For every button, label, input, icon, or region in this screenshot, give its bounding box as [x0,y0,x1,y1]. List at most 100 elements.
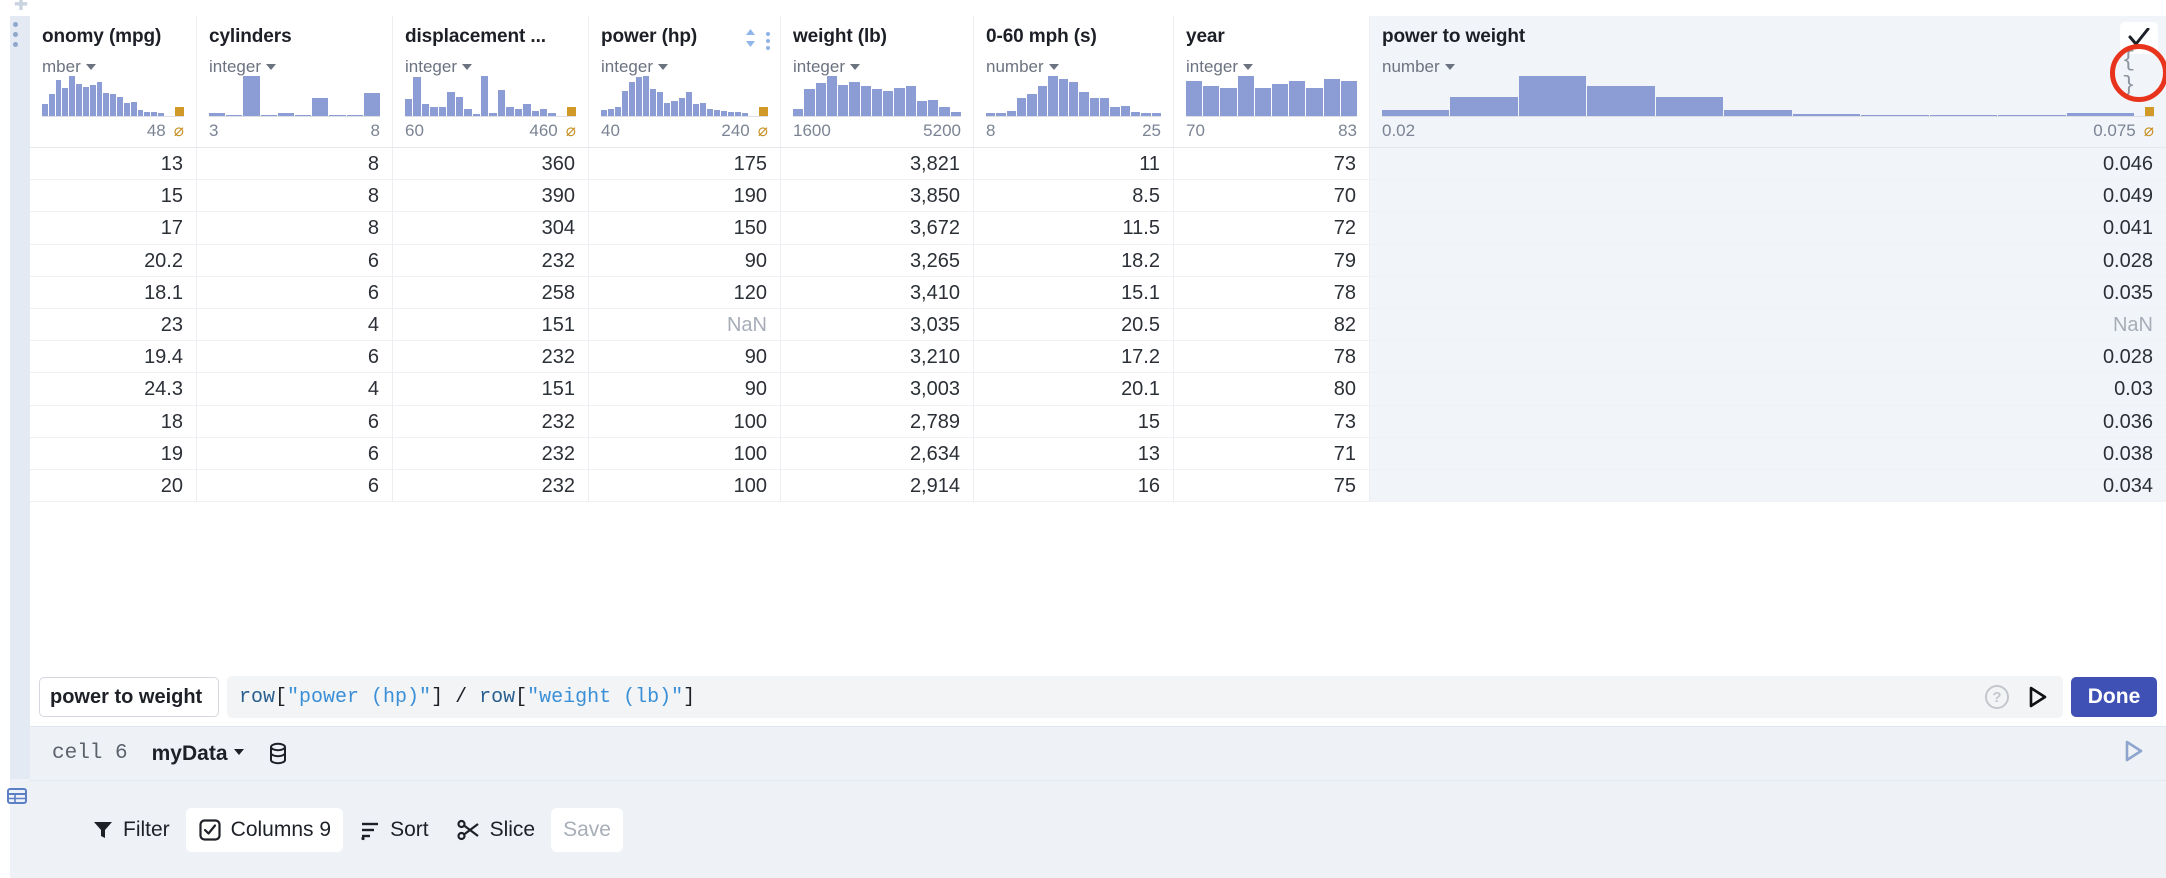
table-cell[interactable]: 73 [1174,148,1370,181]
table-cell[interactable]: 90 [589,244,781,277]
table-cell[interactable]: 8 [197,180,393,213]
toolbar-button-filter[interactable]: Filter [80,808,182,852]
table-cell[interactable]: 17 [30,212,197,245]
table-cell[interactable]: 78 [1174,341,1370,374]
drag-dots-handle[interactable] [13,22,18,47]
table-cell[interactable]: 390 [393,180,589,213]
column-header-economy-mpg-[interactable]: onomy (mpg) mber 48 ⌀ [30,16,197,148]
table-cell[interactable]: 232 [393,341,589,374]
column-type-selector[interactable]: integer [209,57,380,77]
table-cell[interactable]: 0.034 [1370,469,2166,503]
table-cell[interactable]: 23 [30,308,197,342]
table-cell[interactable]: 304 [393,212,589,245]
run-cell-icon[interactable] [2124,739,2144,768]
add-cell-icon[interactable]: ✚ [10,0,32,13]
column-header-0-60-mph-s-[interactable]: 0-60 mph (s) number 8 25 [974,16,1174,148]
table-cell[interactable]: 18.2 [974,244,1174,277]
table-row[interactable]: 24.3 4 151 90 3,003 20.1 80 0.03 [30,373,2166,406]
toolbar-button-slice[interactable]: Slice [445,808,548,852]
column-type-selector[interactable]: number [986,57,1161,77]
table-cell[interactable]: 2,634 [781,437,974,470]
table-cell[interactable]: 232 [393,405,589,438]
table-row[interactable]: 13 8 360 175 3,821 11 73 0.046 [30,148,2166,181]
table-cell[interactable]: 82 [1174,308,1370,342]
table-cell[interactable]: 0.038 [1370,437,2166,470]
table-cell[interactable]: 6 [197,405,393,438]
column-header-weight-lb-[interactable]: weight (lb) integer 1600 5200 [781,16,974,148]
table-cell[interactable]: 2,789 [781,405,974,438]
table-cell[interactable]: 75 [1174,469,1370,503]
table-cell[interactable]: 13 [974,437,1174,470]
column-header-cylinders[interactable]: cylinders integer 3 8 [197,16,393,148]
table-row[interactable]: 19 6 232 100 2,634 13 71 0.038 [30,437,2166,470]
table-cell[interactable]: 20.1 [974,373,1174,406]
table-cell[interactable]: 72 [1174,212,1370,245]
table-cell[interactable]: 3,410 [781,276,974,309]
table-cell[interactable]: 13 [30,148,197,181]
table-cell[interactable]: 151 [393,308,589,342]
column-type-selector[interactable]: integer [793,57,961,77]
table-cell[interactable]: 80 [1174,373,1370,406]
table-cell[interactable]: 190 [589,180,781,213]
table-cell[interactable]: 16 [974,469,1174,503]
table-cell[interactable]: 24.3 [30,373,197,406]
table-cell[interactable]: 232 [393,437,589,470]
column-type-selector[interactable]: integer [1186,57,1357,77]
table-cell[interactable]: 79 [1174,244,1370,277]
question-circle-icon[interactable]: ? [1985,685,2009,709]
table-cell[interactable]: 71 [1174,437,1370,470]
table-row[interactable]: 20 6 232 100 2,914 16 75 0.034 [30,469,2166,503]
table-cell[interactable]: 19.4 [30,341,197,374]
table-cell[interactable]: 0.028 [1370,341,2166,374]
table-cell[interactable]: 100 [589,469,781,503]
table-cell[interactable]: 0.049 [1370,180,2166,213]
table-cell[interactable]: 90 [589,373,781,406]
table-cell[interactable]: 232 [393,244,589,277]
table-cell[interactable]: 11.5 [974,212,1174,245]
column-type-selector[interactable]: integer [405,57,576,77]
table-cell[interactable]: 3,210 [781,341,974,374]
table-row[interactable]: 18 6 232 100 2,789 15 73 0.036 [30,405,2166,438]
column-menu-icon[interactable] [766,31,770,50]
table-cell[interactable]: 18.1 [30,276,197,309]
table-row[interactable]: 15 8 390 190 3,850 8.5 70 0.049 [30,180,2166,213]
column-header-power-hp-[interactable]: power (hp) integer 40 240 ⌀ [589,16,781,148]
column-type-selector[interactable]: number [1382,57,2154,77]
table-cell[interactable]: 15.1 [974,276,1174,309]
column-header-displacement-cc-[interactable]: displacement ... integer 60 460 ⌀ [393,16,589,148]
column-header-year[interactable]: year integer 70 83 [1174,16,1370,148]
table-cell[interactable]: 3,003 [781,373,974,406]
dataset-selector[interactable]: myData [152,742,244,766]
table-cell[interactable]: 8 [197,212,393,245]
table-row[interactable]: 23 4 151 NaN 3,035 20.5 82 NaN [30,308,2166,342]
table-cell[interactable]: 6 [197,276,393,309]
table-cell[interactable]: 6 [197,244,393,277]
table-cell[interactable]: 100 [589,405,781,438]
table-cell[interactable]: 4 [197,373,393,406]
table-cell[interactable]: 6 [197,437,393,470]
table-cell[interactable]: NaN [589,308,781,342]
table-cell[interactable]: 0.03 [1370,373,2166,406]
table-row[interactable]: 19.4 6 232 90 3,210 17.2 78 0.028 [30,341,2166,374]
table-cell[interactable]: 20.2 [30,244,197,277]
table-cell[interactable]: 3,035 [781,308,974,342]
table-cell[interactable]: 0.041 [1370,212,2166,245]
formula-code-editor[interactable]: row["power (hp)"] / row["weight (lb)"] ? [227,676,2063,718]
table-cell[interactable]: 0.046 [1370,148,2166,181]
table-cell[interactable]: 0.036 [1370,405,2166,438]
table-grid-icon[interactable] [6,785,28,807]
table-cell[interactable]: 151 [393,373,589,406]
table-cell[interactable]: 3,672 [781,212,974,245]
table-cell[interactable]: 0.028 [1370,244,2166,277]
table-cell[interactable]: 15 [30,180,197,213]
table-cell[interactable]: 18 [30,405,197,438]
column-header-power-to-weight[interactable]: power to weight number 0.02 0.075 ⌀ { } [1370,16,2166,148]
table-row[interactable]: 20.2 6 232 90 3,265 18.2 79 0.028 [30,244,2166,277]
table-cell[interactable]: 11 [974,148,1174,181]
table-cell[interactable]: 8 [197,148,393,181]
curly-braces-icon[interactable]: { } [2122,48,2156,98]
table-cell[interactable]: 3,821 [781,148,974,181]
table-cell[interactable]: 6 [197,341,393,374]
table-cell[interactable]: 20.5 [974,308,1174,342]
table-row[interactable]: 18.1 6 258 120 3,410 15.1 78 0.035 [30,276,2166,309]
